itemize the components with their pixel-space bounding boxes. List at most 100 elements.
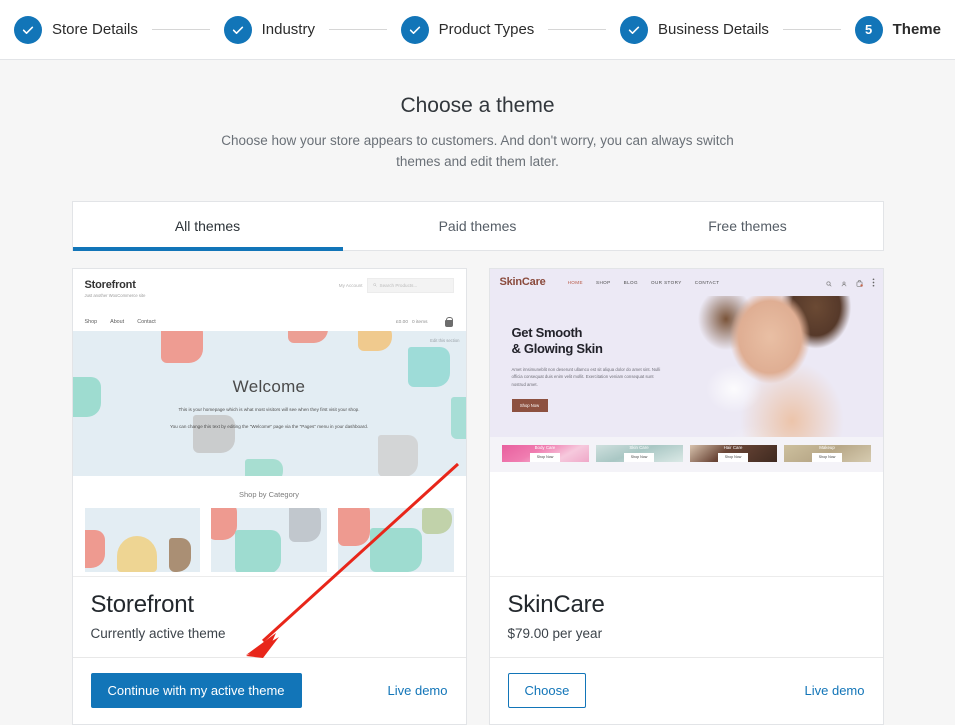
decorative-shirt: [84, 529, 105, 568]
storefront-nav-item: Contact: [137, 318, 156, 325]
tab-all-themes[interactable]: All themes: [72, 202, 343, 251]
skincare-category-tile[interactable]: Skin Care Shop Now: [595, 444, 683, 462]
skincare-shop-now-button[interactable]: Shop Now: [511, 399, 548, 413]
theme-name: SkinCare: [507, 590, 605, 618]
live-demo-link-skincare[interactable]: Live demo: [805, 683, 865, 698]
storefront-category-tile[interactable]: [84, 507, 201, 572]
theme-actions-skincare: Choose Live demo: [490, 658, 883, 724]
decorative-shirt: [337, 507, 370, 546]
decorative-shirt: [116, 535, 157, 572]
search-icon: [825, 275, 832, 290]
skincare-category-tile[interactable]: Hair Care Shop Now: [689, 444, 777, 462]
decorative-shirt: [289, 507, 322, 542]
tab-label: Free themes: [708, 217, 787, 234]
theme-price: $79.00 per year: [507, 625, 603, 641]
tile-label: Hair Care: [723, 444, 743, 450]
skincare-brand: SkinCare: [499, 276, 546, 289]
theme-card-skincare: SkinCare HOME SHOP BLOG OUR STORY CONTAC…: [488, 267, 884, 725]
skincare-category-tile[interactable]: Body Care Shop Now: [501, 444, 589, 462]
storefront-cart-summary: £0.00 0 items: [396, 320, 427, 325]
storefront-categories-title: Shop by Category: [238, 489, 300, 499]
cart-item-count: 0 items: [412, 319, 428, 325]
check-icon: [620, 15, 649, 44]
skincare-category-grid: Body Care Shop Now Skin Care Shop Now Ha…: [489, 436, 883, 472]
storefront-account-link: My Account: [338, 282, 363, 288]
user-account-icon: [841, 275, 847, 290]
tile-label: Makeup: [819, 444, 835, 450]
decorative-shirt: [192, 414, 235, 453]
step-product-types[interactable]: Product Types: [400, 15, 534, 44]
step-theme[interactable]: 5 Theme: [854, 15, 941, 44]
tile-shop-now-button[interactable]: Shop Now: [718, 452, 748, 462]
cart-icon: [856, 275, 863, 290]
storefront-preview-header: Storefront Just another WooCommerce site…: [72, 268, 466, 331]
skincare-nav-item: HOME: [567, 279, 583, 285]
theme-info-skincare: SkinCare $79.00 per year: [489, 577, 883, 658]
storefront-categories: Shop by Category: [72, 475, 466, 572]
storefront-category-row: [73, 499, 466, 572]
storefront-hero-title: Welcome: [232, 377, 306, 397]
decorative-shirt: [211, 507, 238, 540]
decorative-shirt: [168, 537, 191, 572]
step-business-details[interactable]: Business Details: [620, 15, 769, 44]
onboarding-stepper: Store Details Industry Product Types Bus…: [0, 0, 955, 60]
skincare-hero: Get Smooth & Glowing Skin Amet irnsimune…: [489, 294, 883, 437]
skincare-hero-copy: Get Smooth & Glowing Skin Amet irnsimune…: [511, 324, 662, 413]
step-store-details[interactable]: Store Details: [14, 15, 138, 44]
choose-theme-button[interactable]: Choose: [507, 673, 587, 709]
step-connector: [548, 29, 607, 30]
step-label: Store Details: [52, 21, 138, 38]
theme-name: Storefront: [90, 590, 195, 618]
storefront-nav: Shop About Contact: [85, 319, 156, 325]
shopping-bag-icon: [444, 316, 453, 327]
storefront-category-tile[interactable]: [211, 507, 327, 572]
theme-card-storefront: Storefront Just another WooCommerce site…: [71, 267, 467, 725]
skincare-hero-title-line-2: & Glowing Skin: [511, 340, 603, 356]
tab-free-themes[interactable]: Free themes: [613, 202, 883, 250]
storefront-edit-hint: Edit this section: [430, 337, 460, 343]
skincare-hero-body: Amet irnsimuneblit non deserunt ullamco …: [511, 366, 661, 387]
theme-actions-storefront: Continue with my active theme Live demo: [73, 658, 466, 724]
decorative-shirt: [369, 527, 422, 572]
step-industry[interactable]: Industry: [223, 15, 315, 44]
step-label: Theme: [892, 21, 941, 38]
check-icon: [400, 15, 429, 44]
step-connector: [782, 29, 841, 30]
skincare-header-icons: [825, 275, 875, 290]
more-options-icon: [872, 275, 875, 290]
check-icon: [223, 15, 252, 44]
live-demo-link-storefront[interactable]: Live demo: [388, 683, 448, 698]
storefront-search-placeholder: Search Products...: [379, 282, 418, 288]
tile-shop-now-button[interactable]: Shop Now: [530, 452, 560, 462]
skincare-nav-item: CONTACT: [694, 279, 720, 285]
storefront-category-tile[interactable]: [337, 507, 454, 572]
skincare-preview-header: SkinCare HOME SHOP BLOG OUR STORY CONTAC…: [489, 268, 883, 296]
search-icon: [372, 283, 377, 288]
tab-label: Paid themes: [438, 217, 517, 234]
step-label: Business Details: [658, 21, 769, 38]
tile-shop-now-button[interactable]: Shop Now: [812, 452, 842, 462]
decorative-shirt: [244, 458, 283, 476]
tile-shop-now-button[interactable]: Shop Now: [624, 452, 654, 462]
skincare-hero-title-line-1: Get Smooth: [511, 324, 583, 340]
step-connector: [328, 29, 387, 30]
decorative-shirt: [357, 330, 392, 351]
page-title: Choose a theme: [400, 94, 555, 117]
theme-preview-storefront[interactable]: Storefront Just another WooCommerce site…: [72, 268, 466, 577]
tab-paid-themes[interactable]: Paid themes: [343, 202, 613, 250]
storefront-hero-line-1: This is your homepage which is what most…: [178, 407, 360, 413]
continue-with-active-theme-button[interactable]: Continue with my active theme: [90, 673, 302, 709]
step-connector: [151, 29, 210, 30]
decorative-shirt: [450, 396, 466, 439]
decorative-shirt: [287, 330, 328, 343]
theme-preview-skincare[interactable]: SkinCare HOME SHOP BLOG OUR STORY CONTAC…: [489, 268, 883, 577]
storefront-hero-line-2: You can change this text by editing the …: [169, 424, 369, 430]
decorative-shirt: [72, 376, 101, 417]
step-number-badge: 5: [854, 15, 883, 44]
theme-meta: Currently active theme: [90, 625, 226, 641]
storefront-nav-item: About: [110, 318, 125, 325]
skincare-category-tile[interactable]: Makeup Shop Now: [783, 444, 871, 462]
skincare-nav-item: OUR STORY: [650, 279, 682, 285]
theme-card-list: Storefront Just another WooCommerce site…: [71, 267, 884, 725]
decorative-shirt: [235, 529, 282, 572]
